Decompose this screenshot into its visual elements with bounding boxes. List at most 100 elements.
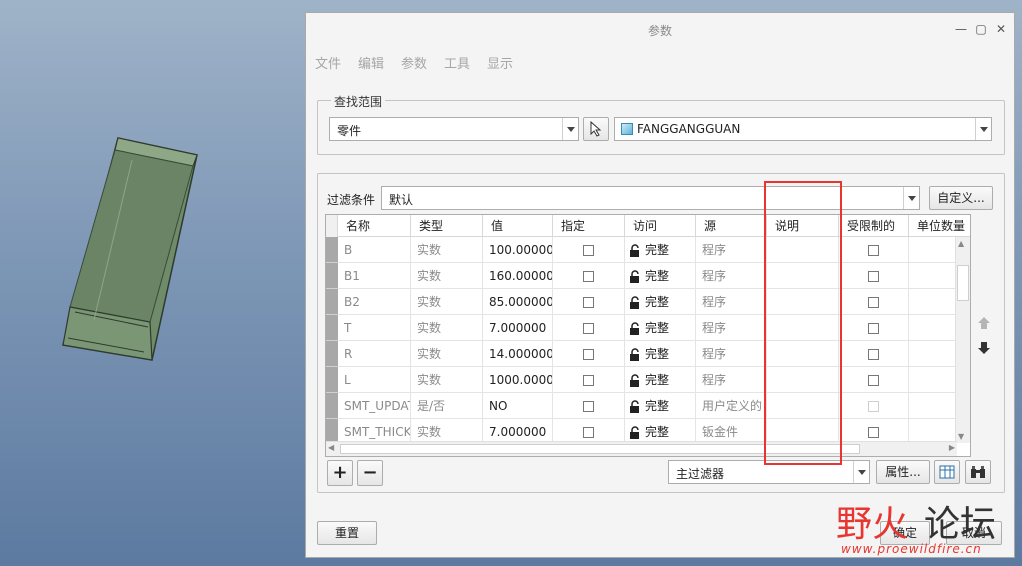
cell-value[interactable]: 7.000000	[483, 315, 553, 341]
col-designate[interactable]: 指定	[553, 215, 625, 237]
restricted-checkbox[interactable]	[868, 245, 879, 256]
cell-access[interactable]: 完整	[625, 393, 696, 419]
cell-value[interactable]: 85.000000	[483, 289, 553, 315]
table-row[interactable]: B2 实数 85.000000 完整 程序	[326, 289, 956, 315]
scope-type-select[interactable]: 零件	[329, 117, 579, 141]
col-name[interactable]: 名称	[338, 215, 411, 237]
cell-unit-quantity[interactable]	[909, 263, 956, 289]
row-header[interactable]	[326, 341, 338, 367]
cell-type[interactable]: 是/否	[411, 393, 483, 419]
horizontal-scrollbar[interactable]: ◀ ▶	[326, 441, 957, 456]
scroll-up-icon[interactable]: ▲	[958, 239, 964, 248]
cell-source[interactable]: 程序	[696, 263, 767, 289]
minimize-icon[interactable]: —	[954, 22, 968, 36]
cell-source[interactable]: 程序	[696, 289, 767, 315]
select-model-button[interactable]	[583, 117, 609, 141]
table-row[interactable]: B实数100.000000 完整 程序	[326, 237, 956, 263]
cell-unit-quantity[interactable]	[909, 315, 956, 341]
col-access[interactable]: 访问	[625, 215, 696, 237]
cell-designate[interactable]	[553, 367, 625, 393]
table-row[interactable]: T 实数 7.000000 完整 程序	[326, 315, 956, 341]
cell-access[interactable]: 完整	[625, 315, 696, 341]
cell-restricted[interactable]	[839, 315, 909, 341]
cell-type[interactable]: 实数	[411, 341, 483, 367]
find-button[interactable]	[965, 460, 991, 484]
row-header[interactable]	[326, 367, 338, 393]
cell-designate[interactable]	[553, 315, 625, 341]
table-row[interactable]: B1实数160.000000 完整 程序	[326, 263, 956, 289]
scroll-thumb[interactable]	[957, 265, 969, 301]
designate-checkbox[interactable]	[583, 427, 594, 438]
vertical-scrollbar[interactable]: ▲ ▼	[955, 237, 970, 443]
scroll-left-icon[interactable]: ◀	[328, 443, 334, 452]
col-unit-quantity[interactable]: 单位数量	[909, 215, 970, 237]
cell-restricted[interactable]	[839, 341, 909, 367]
cell-type[interactable]: 实数	[411, 237, 483, 263]
designate-checkbox[interactable]	[583, 375, 594, 386]
cell-value[interactable]: 1000.000000	[483, 367, 553, 393]
remove-parameter-button[interactable]: −	[357, 460, 383, 486]
cell-access[interactable]: 完整	[625, 341, 696, 367]
col-value[interactable]: 值	[483, 215, 553, 237]
cell-designate[interactable]	[553, 237, 625, 263]
move-down-icon[interactable]	[977, 341, 991, 358]
menu-tools[interactable]: 工具	[444, 53, 470, 72]
cell-access[interactable]: 完整	[625, 367, 696, 393]
designate-checkbox[interactable]	[583, 323, 594, 334]
cell-name[interactable]: B1	[338, 263, 411, 289]
cell-access[interactable]: 完整	[625, 289, 696, 315]
cell-unit-quantity[interactable]	[909, 341, 956, 367]
cell-name[interactable]: R	[338, 341, 411, 367]
cell-value[interactable]: 14.000000	[483, 341, 553, 367]
cell-unit-quantity[interactable]	[909, 237, 956, 263]
menu-parameters[interactable]: 参数	[401, 53, 427, 72]
menu-display[interactable]: 显示	[487, 53, 513, 72]
restricted-checkbox[interactable]	[868, 349, 879, 360]
restricted-checkbox[interactable]	[868, 375, 879, 386]
move-up-icon[interactable]	[977, 316, 991, 333]
col-restricted[interactable]: 受限制的	[839, 215, 909, 237]
scroll-down-icon[interactable]: ▼	[958, 432, 964, 441]
designate-checkbox[interactable]	[583, 245, 594, 256]
cell-type[interactable]: 实数	[411, 367, 483, 393]
cell-source[interactable]: 程序	[696, 315, 767, 341]
cell-type[interactable]: 实数	[411, 263, 483, 289]
designate-checkbox[interactable]	[583, 271, 594, 282]
cell-designate[interactable]	[553, 341, 625, 367]
close-icon[interactable]: ✕	[994, 22, 1008, 36]
row-header[interactable]	[326, 315, 338, 341]
cell-restricted[interactable]	[839, 263, 909, 289]
row-header[interactable]	[326, 289, 338, 315]
restricted-checkbox[interactable]	[868, 401, 879, 412]
table-row[interactable]: R 实数 14.000000 完整 程序	[326, 341, 956, 367]
cell-designate[interactable]	[553, 393, 625, 419]
scroll-right-icon[interactable]: ▶	[949, 443, 955, 452]
restricted-checkbox[interactable]	[868, 427, 879, 438]
scope-model-select[interactable]: FANGGANGGUAN	[614, 117, 992, 141]
restricted-checkbox[interactable]	[868, 271, 879, 282]
table-row[interactable]: SMT_UPDATE是/否NO 完整 用户定义的	[326, 393, 956, 419]
row-header[interactable]	[326, 393, 338, 419]
cell-restricted[interactable]	[839, 289, 909, 315]
cell-unit-quantity[interactable]	[909, 367, 956, 393]
cell-unit-quantity[interactable]	[909, 393, 956, 419]
menu-file[interactable]: 文件	[315, 53, 341, 72]
cell-restricted[interactable]	[839, 237, 909, 263]
col-source[interactable]: 源	[696, 215, 767, 237]
menu-edit[interactable]: 编辑	[358, 53, 384, 72]
cell-type[interactable]: 实数	[411, 289, 483, 315]
cell-restricted[interactable]	[839, 393, 909, 419]
cell-value[interactable]: 160.000000	[483, 263, 553, 289]
cell-name[interactable]: B	[338, 237, 411, 263]
add-parameter-button[interactable]: +	[327, 460, 353, 486]
cell-designate[interactable]	[553, 263, 625, 289]
cell-source[interactable]: 程序	[696, 341, 767, 367]
designate-checkbox[interactable]	[583, 401, 594, 412]
row-header[interactable]	[326, 237, 338, 263]
customize-button[interactable]: 自定义...	[929, 186, 993, 210]
cell-value[interactable]: 100.000000	[483, 237, 553, 263]
cell-designate[interactable]	[553, 289, 625, 315]
cell-name[interactable]: SMT_UPDATE	[338, 393, 411, 419]
cell-restricted[interactable]	[839, 367, 909, 393]
cell-name[interactable]: L	[338, 367, 411, 393]
